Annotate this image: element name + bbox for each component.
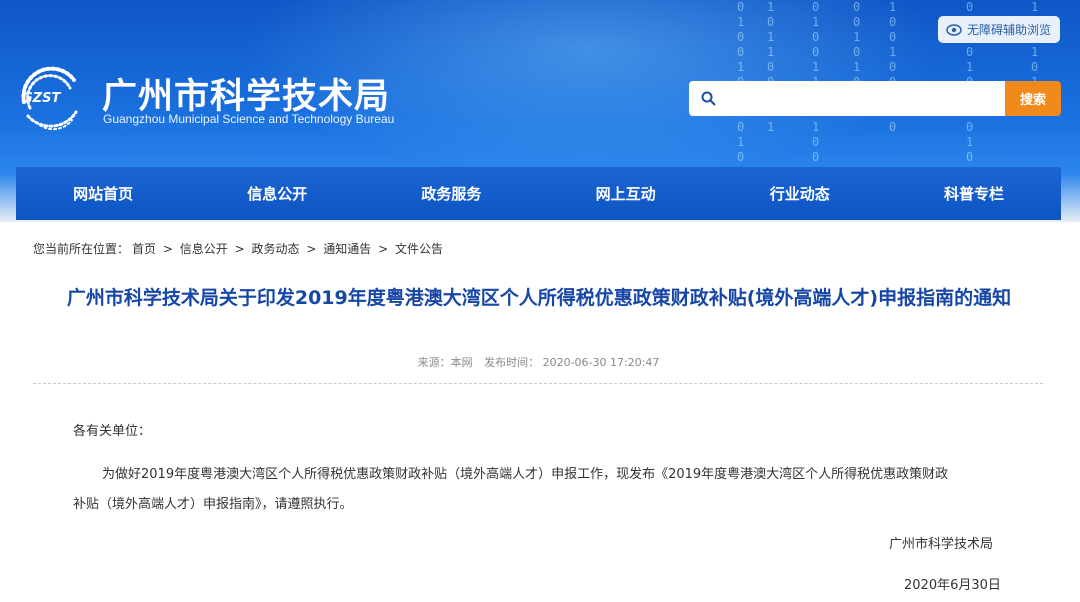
breadcrumb: 您当前所在位置： 首页 > 信息公开 > 政务动态 > 通知通告 > 文件公告	[33, 240, 446, 257]
nav-item-home[interactable]: 网站首页	[16, 167, 190, 220]
accessibility-label: 无障碍辅助浏览	[967, 23, 1052, 37]
search-button[interactable]: 搜索	[1005, 81, 1061, 116]
svg-text:GZST: GZST	[22, 91, 61, 106]
eye-icon	[946, 23, 962, 36]
breadcrumb-separator: >	[378, 242, 389, 256]
divider	[33, 383, 1043, 384]
article-date: 2020年6月30日	[904, 578, 1001, 593]
breadcrumb-link-home[interactable]: 首页	[132, 242, 156, 256]
search-box	[689, 81, 1005, 116]
breadcrumb-link-info-disclosure[interactable]: 信息公开	[180, 242, 228, 256]
article-body-line: 补贴（境外高端人才）申报指南》，请遵照执行。	[73, 497, 353, 512]
breadcrumb-separator: >	[234, 242, 245, 256]
breadcrumb-link-notices[interactable]: 通知通告	[323, 242, 371, 256]
article-publish-time: 发布时间： 2020-06-30 17:20:47	[484, 356, 660, 369]
breadcrumb-separator: >	[162, 242, 173, 256]
article-body-line: 为做好2019年度粤港澳大湾区个人所得税优惠政策财政补贴（境外高端人才）申报工作…	[102, 467, 949, 482]
nav-item-interaction[interactable]: 网上互动	[539, 167, 713, 220]
nav-item-gov-services[interactable]: 政务服务	[364, 167, 538, 220]
breadcrumb-prefix: 您当前所在位置：	[33, 242, 130, 256]
nav-item-info-disclosure[interactable]: 信息公开	[190, 167, 364, 220]
article-source: 来源：本网	[417, 356, 473, 369]
search-icon	[701, 91, 716, 106]
search-input[interactable]	[725, 86, 999, 112]
nav-item-industry-news[interactable]: 行业动态	[713, 167, 887, 220]
breadcrumb-separator: >	[306, 242, 317, 256]
article-salutation: 各有关单位：	[73, 424, 152, 439]
binary-decoration: 1 0 0 1 0 1	[1031, 0, 1039, 89]
main-nav: 网站首页 信息公开 政务服务 网上互动 行业动态 科普专栏	[16, 167, 1061, 220]
article-title: 广州市科学技术局关于印发2019年度粤港澳大湾区个人所得税优惠政策财政补贴(境外…	[66, 287, 1012, 309]
gzst-logo-icon: GZST	[21, 66, 78, 131]
article-meta: 来源：本网 发布时间： 2020-06-30 17:20:47	[16, 354, 1061, 370]
accessibility-button[interactable]: 无障碍辅助浏览	[938, 16, 1060, 43]
breadcrumb-link-documents[interactable]: 文件公告	[395, 242, 443, 256]
nav-item-science-popularization[interactable]: 科普专栏	[887, 167, 1061, 220]
site-subtitle: Guangzhou Municipal Science and Technolo…	[103, 112, 395, 126]
breadcrumb-link-gov-news[interactable]: 政务动态	[251, 242, 299, 256]
main-content: 您当前所在位置： 首页 > 信息公开 > 政务动态 > 通知通告 > 文件公告 广…	[16, 222, 1061, 602]
binary-decoration: 0 0 1 0 1 0	[853, 0, 861, 89]
article-signature: 广州市科学技术局	[889, 537, 994, 552]
